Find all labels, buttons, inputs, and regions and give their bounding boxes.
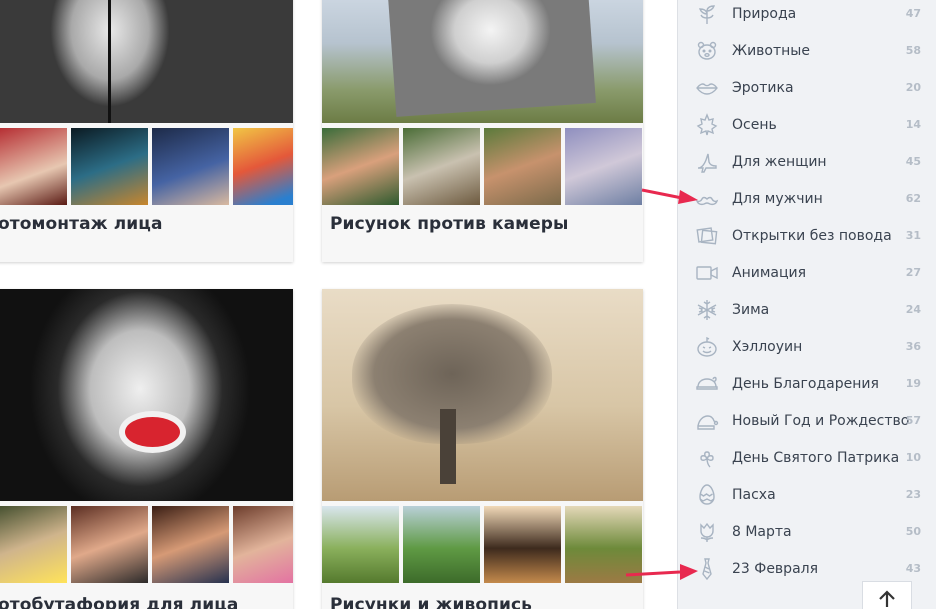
thumbnail-image[interactable]: [233, 128, 293, 205]
sidebar-item-count: 23: [905, 488, 921, 501]
postcards-icon: [695, 224, 719, 248]
sidebar-item-label: Зима: [732, 301, 770, 318]
thumbnail-image[interactable]: [403, 128, 480, 205]
effect-card-drawings-painting[interactable]: Рисунки и живопись: [322, 289, 643, 609]
snowflake-icon: [695, 298, 719, 322]
annotation-arrow-icon: [641, 188, 698, 204]
scroll-to-top-button[interactable]: [862, 581, 912, 609]
thumbnail-image[interactable]: [152, 128, 229, 205]
category-sidebar: Природа 47 Животные 58 Эротика 20 Осень …: [677, 0, 936, 609]
sidebar-item-count: 19: [905, 377, 921, 390]
thumbnail-image[interactable]: [322, 506, 399, 583]
sidebar-item-count: 24: [905, 303, 921, 316]
thumbnail-image[interactable]: [484, 506, 561, 583]
sidebar-item-count: 43: [905, 562, 921, 575]
sidebar-item-label: Осень: [732, 116, 777, 133]
card-thumbnails: [322, 128, 643, 205]
thumbnail-image[interactable]: [565, 128, 642, 205]
sidebar-item-winter[interactable]: Зима 24: [678, 291, 936, 328]
sidebar-item-for-women[interactable]: Для женщин 45: [678, 143, 936, 180]
sidebar-item-label: Для женщин: [732, 153, 827, 170]
sidebar-item-new-year-christmas[interactable]: Новый Год и Рождество 57: [678, 402, 936, 439]
sidebar-item-nature[interactable]: Природа 47: [678, 0, 936, 32]
card-title[interactable]: Рисунок против камеры: [330, 214, 569, 234]
sidebar-item-label: День Благодарения: [732, 375, 879, 392]
card-main-image: [0, 0, 293, 123]
sidebar-item-easter[interactable]: Пасха 23: [678, 476, 936, 513]
thumbnail-image[interactable]: [322, 128, 399, 205]
sidebar-item-label: Для мужчин: [732, 190, 823, 207]
thumbnail-image[interactable]: [152, 506, 229, 583]
high-heel-icon: [695, 150, 719, 174]
shamrock-icon: [695, 446, 719, 470]
bear-face-icon: [695, 39, 719, 63]
sidebar-item-label: Открытки без повода: [732, 227, 892, 244]
sidebar-item-label: Пасха: [732, 486, 776, 503]
sidebar-item-label: Анимация: [732, 264, 807, 281]
sidebar-item-st-patricks-day[interactable]: День Святого Патрика 10: [678, 439, 936, 476]
sidebar-item-erotica[interactable]: Эротика 20: [678, 69, 936, 106]
sidebar-item-count: 36: [905, 340, 921, 353]
sidebar-item-count: 20: [905, 81, 921, 94]
sidebar-item-cards-no-reason[interactable]: Открытки без повода 31: [678, 217, 936, 254]
maple-leaf-icon: [695, 112, 719, 137]
tulip-icon: [695, 520, 719, 544]
sidebar-item-autumn[interactable]: Осень 14: [678, 106, 936, 143]
sidebar-item-halloween[interactable]: Хэллоуин 36: [678, 328, 936, 365]
sidebar-item-count: 31: [905, 229, 921, 242]
sidebar-item-count: 50: [905, 525, 921, 538]
easter-egg-icon: [695, 483, 719, 507]
effect-card-face-props[interactable]: отобутафория для лица: [0, 289, 293, 609]
card-thumbnails: [0, 506, 293, 583]
card-main-image: [322, 0, 643, 123]
sidebar-item-count: 62: [905, 192, 921, 205]
thumbnail-image[interactable]: [403, 506, 480, 583]
sidebar-item-count: 14: [905, 118, 921, 131]
sidebar-item-label: 8 Марта: [732, 523, 792, 540]
pumpkin-icon: [695, 335, 719, 359]
sidebar-item-count: 27: [905, 266, 921, 279]
card-title[interactable]: отомонтаж лица: [0, 214, 163, 234]
lips-icon: [695, 76, 719, 100]
arrow-up-icon: [875, 587, 899, 609]
card-main-image: [322, 289, 643, 501]
thumbnail-image[interactable]: [71, 506, 148, 583]
thumbnail-image[interactable]: [0, 506, 67, 583]
sidebar-item-count: 45: [905, 155, 921, 168]
sidebar-item-label: Животные: [732, 42, 810, 59]
sidebar-item-label: Природа: [732, 5, 797, 22]
sidebar-item-count: 57: [905, 414, 921, 427]
card-main-image: [0, 289, 293, 501]
turkey-icon: [695, 372, 719, 396]
annotation-arrow-icon: [625, 564, 698, 580]
sidebar-item-count: 10: [905, 451, 921, 464]
sidebar-item-label: Новый Год и Рождество: [732, 412, 910, 429]
thumbnail-image[interactable]: [71, 128, 148, 205]
sidebar-item-label: День Святого Патрика: [732, 449, 900, 466]
card-title[interactable]: отобутафория для лица: [0, 595, 239, 609]
video-camera-icon: [695, 261, 719, 285]
sidebar-item-animals[interactable]: Животные 58: [678, 32, 936, 69]
sidebar-item-label: Хэллоуин: [732, 338, 803, 355]
thumbnail-image[interactable]: [0, 128, 67, 205]
card-title[interactable]: Рисунки и живопись: [330, 595, 532, 609]
effect-card-drawing-vs-camera[interactable]: Рисунок против камеры: [322, 0, 643, 262]
sidebar-item-for-men[interactable]: Для мужчин 62: [678, 180, 936, 217]
sidebar-item-label: 23 Февраля: [732, 560, 819, 577]
sidebar-item-count: 58: [905, 44, 921, 57]
sprout-icon: [695, 2, 719, 26]
thumbnail-image[interactable]: [233, 506, 293, 583]
thumbnail-image[interactable]: [484, 128, 561, 205]
sidebar-item-animation[interactable]: Анимация 27: [678, 254, 936, 291]
sidebar-item-march-8[interactable]: 8 Марта 50: [678, 513, 936, 550]
effect-card-face-montage[interactable]: отомонтаж лица: [0, 0, 293, 262]
card-thumbnails: [0, 128, 293, 205]
sidebar-item-thanksgiving[interactable]: День Благодарения 19: [678, 365, 936, 402]
sidebar-item-count: 47: [905, 7, 921, 20]
santa-hat-icon: [695, 409, 719, 433]
sidebar-item-label: Эротика: [732, 79, 794, 96]
card-thumbnails: [322, 506, 643, 583]
